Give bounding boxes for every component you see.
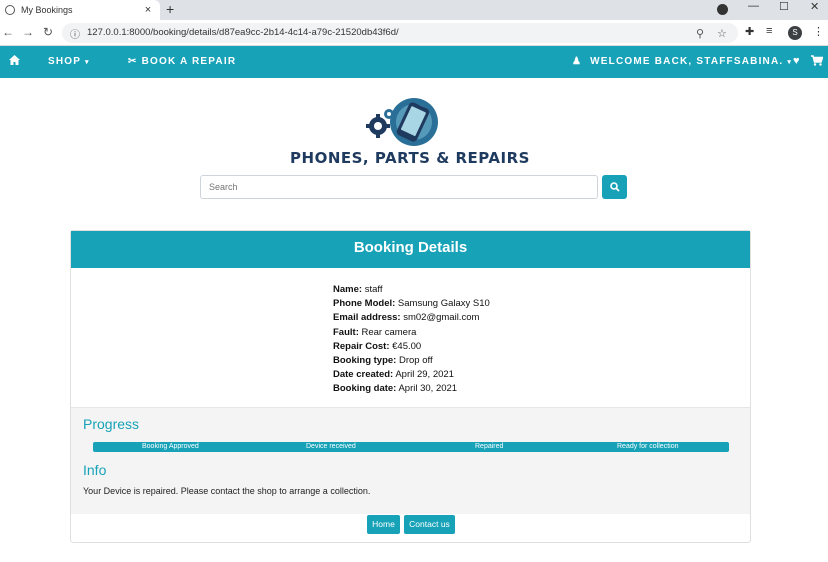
detail-label: Booking date: xyxy=(333,383,397,395)
home-icon[interactable] xyxy=(9,55,20,68)
heart-icon[interactable]: ♥ xyxy=(793,55,800,67)
tab-title: My Bookings xyxy=(21,5,73,15)
tab-close-icon[interactable]: × xyxy=(142,4,154,16)
reload-icon[interactable]: ↻ xyxy=(43,25,53,39)
url-text[interactable]: 127.0.0.1:8000/booking/details/d87ea9cc-… xyxy=(87,27,399,38)
progress-step: Booking Approved xyxy=(142,443,199,450)
book-repair-link[interactable]: ✂ BOOK A REPAIR xyxy=(128,56,236,67)
logo-text[interactable]: PHONES, PARTS & REPAIRS xyxy=(260,149,560,167)
detail-label: Email address: xyxy=(333,312,401,324)
shop-label: SHOP xyxy=(48,56,81,67)
info-icon[interactable]: ⓘ xyxy=(70,26,80,41)
progress-title: Progress xyxy=(83,416,140,432)
book-repair-label: BOOK A REPAIR xyxy=(141,56,237,67)
back-icon[interactable]: ← xyxy=(2,25,14,39)
cart-icon[interactable] xyxy=(811,55,824,69)
detail-row: Date created: April 29, 2021 xyxy=(333,368,490,382)
detail-row: Booking type: Drop off xyxy=(333,354,490,368)
detail-value: staff xyxy=(364,284,383,295)
window-close-icon[interactable]: ✕ xyxy=(810,0,819,13)
url-bar[interactable]: ⓘ 127.0.0.1:8000/booking/details/d87ea9c… xyxy=(62,23,738,43)
home-button[interactable]: Home xyxy=(367,515,400,534)
progress-section: Progress Booking Approved Device receive… xyxy=(71,407,750,514)
detail-value: April 29, 2021 xyxy=(395,369,454,381)
detail-label: Phone Model: xyxy=(333,298,396,310)
info-title: Info xyxy=(83,462,107,478)
detail-row: Name: staff xyxy=(333,283,490,297)
booking-details-list: Name: staff Phone Model: Samsung Galaxy … xyxy=(333,283,490,397)
detail-row: Email address: sm02@gmail.com xyxy=(333,311,490,325)
account-dropdown[interactable]: ♟ WELCOME BACK, STAFFSABINA. ▾ xyxy=(572,56,792,67)
detail-label: Booking type: xyxy=(333,355,397,367)
progress-step: Repaired xyxy=(475,443,504,450)
reading-list-icon[interactable]: ≡ xyxy=(766,25,772,37)
search-button[interactable] xyxy=(602,175,627,199)
maximize-icon[interactable]: ☐ xyxy=(779,0,789,13)
progress-step: Ready for collection xyxy=(617,443,679,450)
info-text: Your Device is repaired. Please contact … xyxy=(83,486,371,496)
bookmark-star-icon[interactable]: ☆ xyxy=(717,27,727,40)
detail-row: Booking date: April 30, 2021 xyxy=(333,382,490,396)
minimize-icon[interactable]: — xyxy=(748,0,759,12)
search-icon xyxy=(609,182,620,192)
detail-value: sm02@gmail.com xyxy=(403,312,480,324)
caret-down-icon: ▾ xyxy=(787,59,793,66)
detail-value: April 30, 2021 xyxy=(398,383,458,395)
progress-step: Device received xyxy=(306,443,356,450)
progress-bar: Booking Approved Device received Repaire… xyxy=(93,442,729,452)
detail-row: Repair Cost: €45.00 xyxy=(333,340,490,354)
zoom-icon[interactable]: ⚲ xyxy=(696,27,704,40)
detail-value: Rear camera xyxy=(361,326,417,338)
welcome-label: WELCOME BACK, STAFFSABINA. xyxy=(590,56,784,67)
detail-row: Fault: Rear camera xyxy=(333,326,490,340)
logo-graphic xyxy=(362,96,442,152)
user-icon: ♟ xyxy=(572,56,583,67)
profile-avatar[interactable]: S xyxy=(788,26,802,40)
booking-card: Booking Details Name: staff Phone Model:… xyxy=(70,230,751,543)
contact-us-button[interactable]: Contact us xyxy=(404,515,455,534)
browser-menu-icon[interactable]: ⋮ xyxy=(813,25,824,38)
address-bar-row: ← → ↻ ⓘ 127.0.0.1:8000/booking/details/d… xyxy=(0,20,828,46)
new-tab-button[interactable]: + xyxy=(166,1,174,17)
booking-header: Booking Details xyxy=(71,231,750,268)
site-navbar: SHOP ▾ ✂ BOOK A REPAIR ♟ WELCOME BACK, S… xyxy=(0,46,828,78)
search-input[interactable] xyxy=(200,175,598,199)
shop-dropdown[interactable]: SHOP ▾ xyxy=(48,56,90,67)
tools-icon: ✂ xyxy=(128,56,138,67)
browser-tab[interactable]: My Bookings × xyxy=(0,0,160,20)
caret-down-icon: ▾ xyxy=(84,59,90,66)
detail-label: Repair Cost: xyxy=(333,340,390,352)
forward-icon[interactable]: → xyxy=(22,25,34,39)
detail-value: Samsung Galaxy S10 xyxy=(397,298,490,310)
tab-search-icon[interactable] xyxy=(717,4,728,15)
detail-label: Fault: xyxy=(333,326,359,338)
detail-value: Drop off xyxy=(398,355,433,367)
globe-icon xyxy=(5,5,15,15)
detail-value: €45.00 xyxy=(392,340,422,352)
detail-label: Name: xyxy=(333,284,363,295)
browser-tab-bar: My Bookings × + — ☐ ✕ xyxy=(0,0,828,20)
extensions-icon[interactable]: ✚ xyxy=(745,25,754,38)
detail-row: Phone Model: Samsung Galaxy S10 xyxy=(333,297,490,311)
detail-label: Date created: xyxy=(333,369,394,381)
